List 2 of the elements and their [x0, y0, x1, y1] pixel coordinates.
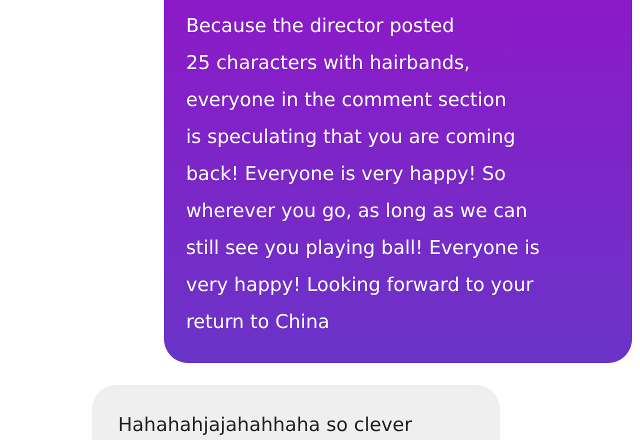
sent-message-bubble: Because the director posted 25 characters with hairbands, everyone in the comment section is speculating that you are coming back! Everyone is very happy! So wherever you go, as long as we can still see you playing ball! Everyone is very happy! Looking forward to your return to China: [164, 0, 632, 363]
received-message-bubble: Hahahahjajahahhaha so clever: [92, 385, 500, 440]
